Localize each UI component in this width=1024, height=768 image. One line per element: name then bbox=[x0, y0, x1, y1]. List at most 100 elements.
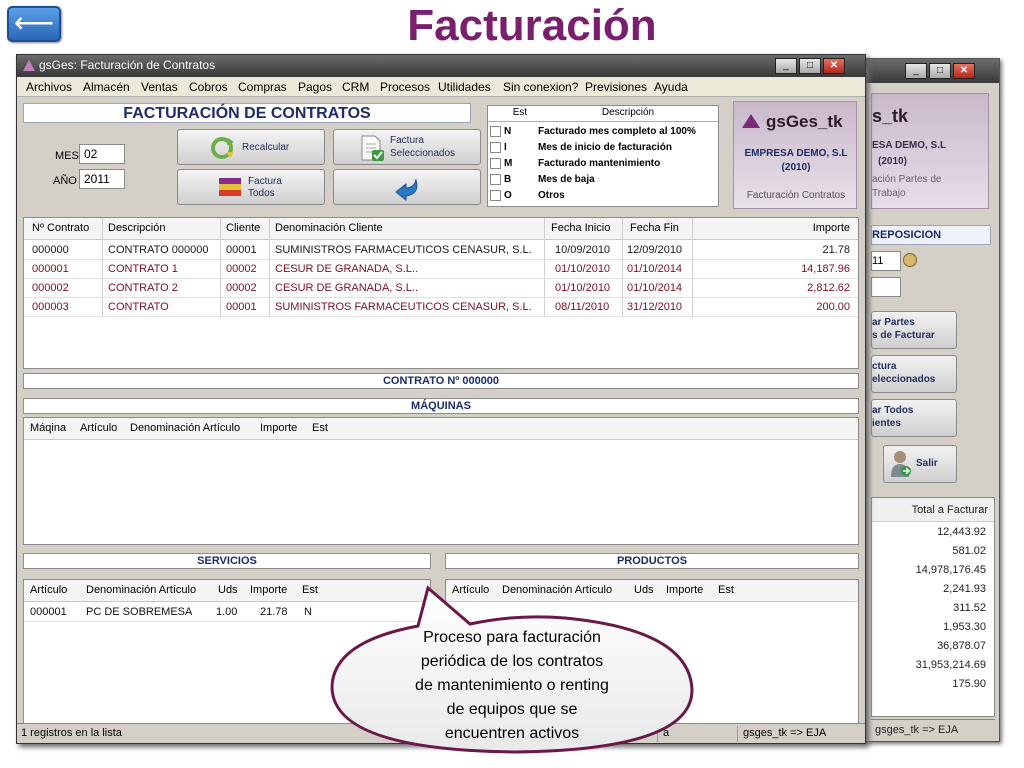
legend-desc: Facturado mantenimiento bbox=[538, 158, 661, 169]
mes-input[interactable]: 02 bbox=[79, 144, 125, 164]
undo-button[interactable] bbox=[333, 169, 481, 205]
callout-line: periódica de los contratos bbox=[420, 653, 604, 670]
total-value: 12,443.92 bbox=[937, 526, 986, 538]
factura-seleccionados-label-2: Seleccionados bbox=[390, 148, 456, 159]
menu-previsiones[interactable]: Previsiones bbox=[585, 80, 647, 94]
close-icon[interactable]: ✕ bbox=[953, 63, 975, 79]
stack-icon bbox=[219, 178, 241, 196]
table-row[interactable]: 000000 CONTRATO 000000 00001 SUMINISTROS… bbox=[24, 242, 858, 260]
column-header[interactable]: Descripción bbox=[108, 222, 165, 234]
column-header[interactable]: Denominación Artículo bbox=[130, 422, 240, 434]
cell-importe: 21.78 bbox=[822, 244, 850, 256]
background-button-factura-seleccionados[interactable]: ctura eleccionados bbox=[871, 355, 957, 393]
menu-almacen[interactable]: Almacén bbox=[83, 80, 130, 94]
callout-line: de mantenimiento o renting bbox=[415, 677, 609, 694]
menu-crm[interactable]: CRM bbox=[342, 80, 369, 94]
column-header[interactable]: Máqina bbox=[30, 422, 66, 434]
legend-checkbox[interactable] bbox=[490, 142, 501, 153]
recalcular-button[interactable]: Recalcular bbox=[177, 129, 325, 165]
column-header[interactable]: Cliente bbox=[226, 222, 260, 234]
column-header[interactable]: Nº Contrato bbox=[32, 222, 89, 234]
cell-uds: 1.00 bbox=[216, 606, 238, 618]
cell-cliente: 00001 bbox=[226, 244, 257, 256]
column-header[interactable]: Importe bbox=[260, 422, 297, 434]
background-logo-caption-2: Trabajo bbox=[872, 188, 906, 199]
background-button-label: ctura bbox=[872, 361, 897, 372]
salir-button[interactable]: Salir bbox=[883, 445, 957, 483]
column-header[interactable]: Est bbox=[312, 422, 328, 434]
cell-fin: 31/12/2010 bbox=[627, 301, 683, 313]
productos-title: PRODUCTOS bbox=[445, 553, 859, 569]
cell-num: 000002 bbox=[32, 282, 69, 294]
contracts-table: Nº Contrato Descripción Cliente Denomina… bbox=[23, 217, 859, 369]
ano-input[interactable]: 2011 bbox=[79, 169, 125, 189]
totals-table: Total a Facturar 12,443.92 581.02 14,978… bbox=[871, 497, 995, 717]
maquinas-table: Máqina Artículo Denominación Artículo Im… bbox=[23, 417, 859, 545]
column-header[interactable]: Est bbox=[302, 584, 318, 596]
cell-est: N bbox=[304, 606, 312, 618]
cell-desc: CONTRATO bbox=[108, 301, 169, 313]
column-header[interactable]: Fecha Inicio bbox=[551, 222, 610, 234]
maquinas-header: Máqina Artículo Denominación Artículo Im… bbox=[24, 418, 858, 440]
maximize-icon[interactable]: □ bbox=[799, 58, 821, 74]
background-button-partes[interactable]: ar Partes s de Facturar bbox=[871, 311, 957, 349]
column-header[interactable]: Uds bbox=[218, 584, 238, 596]
minimize-icon[interactable]: _ bbox=[905, 63, 927, 79]
background-button-facturar-todos[interactable]: ar Todos ientes bbox=[871, 399, 957, 437]
column-header[interactable]: Artículo bbox=[80, 422, 117, 434]
close-icon[interactable]: ✕ bbox=[823, 58, 845, 74]
background-logo-empresa: ESA DEMO, S.L bbox=[872, 140, 947, 151]
legend-header: Est Descripción bbox=[488, 106, 718, 122]
maximize-icon[interactable]: □ bbox=[929, 63, 951, 79]
legend-checkbox[interactable] bbox=[490, 158, 501, 169]
key-icon[interactable] bbox=[903, 253, 917, 267]
column-header[interactable]: Denominación Cliente bbox=[275, 222, 383, 234]
legend-checkbox[interactable] bbox=[490, 190, 501, 201]
column-header[interactable]: Est bbox=[718, 584, 734, 596]
menu-pagos[interactable]: Pagos bbox=[298, 80, 332, 94]
menu-sin-conexion[interactable]: Sin conexion? bbox=[503, 80, 578, 94]
menu-compras[interactable]: Compras bbox=[238, 80, 287, 94]
menu-ayuda[interactable]: Ayuda bbox=[654, 80, 688, 94]
table-row[interactable]: 000003 CONTRATO 00001 SUMINISTROS FARMAC… bbox=[24, 299, 858, 317]
cell-articulo: 000001 bbox=[30, 606, 67, 618]
status-legend: Est Descripción N Facturado mes completo… bbox=[487, 105, 719, 207]
cell-cliente: 00002 bbox=[226, 263, 257, 275]
slide-title: Facturación bbox=[407, 1, 657, 50]
table-row[interactable]: 000002 CONTRATO 2 00002 CESUR DE GRANADA… bbox=[24, 280, 858, 298]
column-header[interactable]: Importe bbox=[813, 222, 850, 234]
totals-header: Total a Facturar bbox=[872, 498, 994, 522]
column-header[interactable]: Denominación Artículo bbox=[86, 584, 196, 596]
background-input-2[interactable] bbox=[871, 277, 901, 297]
column-header[interactable]: Artículo bbox=[30, 584, 67, 596]
column-header[interactable]: Importe bbox=[250, 584, 287, 596]
minimize-icon[interactable]: _ bbox=[775, 58, 797, 74]
cell-num: 000003 bbox=[32, 301, 69, 313]
callout-text: Proceso para facturación periódica de lo… bbox=[378, 626, 646, 746]
cell-desc: CONTRATO 1 bbox=[108, 263, 178, 275]
menu-procesos[interactable]: Procesos bbox=[380, 80, 430, 94]
cell-importe: 14,187.96 bbox=[801, 263, 850, 275]
menu-utilidades[interactable]: Utilidades bbox=[438, 80, 491, 94]
legend-desc: Mes de inicio de facturación bbox=[538, 142, 672, 153]
cell-num: 000001 bbox=[32, 263, 69, 275]
table-row[interactable]: 000001 CONTRATO 1 00002 CESUR DE GRANADA… bbox=[24, 261, 858, 279]
factura-todos-button[interactable]: Factura Todos bbox=[177, 169, 325, 205]
factura-seleccionados-button[interactable]: Factura Seleccionados bbox=[333, 129, 481, 165]
status-record-count: 1 registros en la lista bbox=[21, 727, 122, 739]
cell-fin: 01/10/2014 bbox=[627, 282, 683, 294]
column-header[interactable]: Fecha Fin bbox=[630, 222, 679, 234]
user-exit-icon bbox=[891, 451, 911, 477]
window-titlebar: gsGes: Facturación de Contratos _ □ ✕ bbox=[17, 55, 865, 77]
menu-cobros[interactable]: Cobros bbox=[189, 80, 228, 94]
slide: ⟵ Facturación _ □ ✕ s_tk ESA DEMO, S.L (… bbox=[0, 0, 1024, 768]
legend-checkbox[interactable] bbox=[490, 126, 501, 137]
salir-label: Salir bbox=[916, 458, 938, 469]
logo-name: gsGes_tk bbox=[766, 112, 843, 131]
menu-ventas[interactable]: Ventas bbox=[141, 80, 178, 94]
logo-caption: Facturación Contratos bbox=[746, 190, 846, 201]
background-input[interactable]: 11 bbox=[871, 251, 901, 271]
menu-archivos[interactable]: Archivos bbox=[26, 80, 72, 94]
total-value: 14,978,176.45 bbox=[915, 564, 986, 576]
legend-checkbox[interactable] bbox=[490, 174, 501, 185]
